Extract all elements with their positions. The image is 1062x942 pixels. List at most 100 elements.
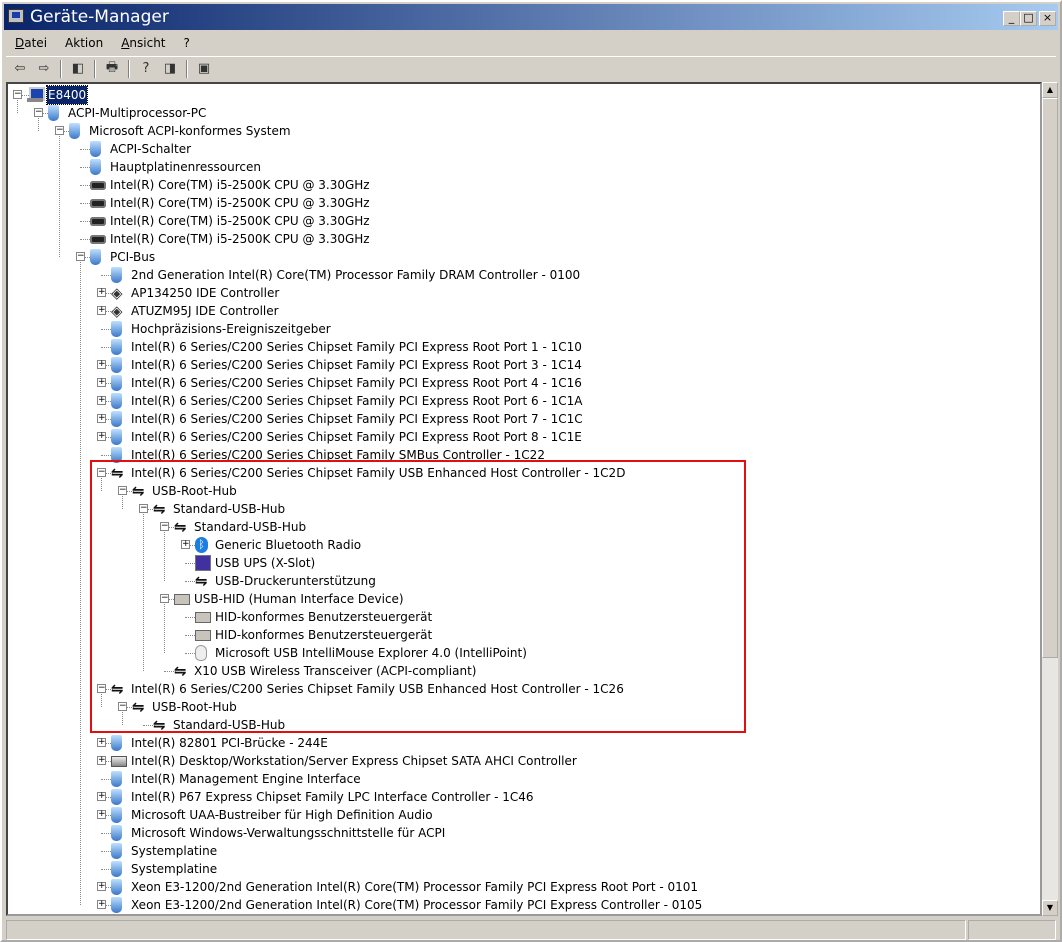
tree-item[interactable]: − USB-Root-Hub: [8, 482, 1038, 500]
tree-item[interactable]: Microsoft Windows-Verwaltungsschnittstel…: [8, 824, 1038, 842]
properties-help-button[interactable]: ?: [136, 60, 156, 78]
tree-item[interactable]: − Intel(R) 6 Series/C200 Series Chipset F…: [8, 680, 1038, 698]
tree-item[interactable]: Intel(R) 6 Series/C200 Series Chipset Fa…: [8, 446, 1038, 464]
tree-item-label: Intel(R) Core(TM) i5-2500K CPU @ 3.30GHz: [110, 196, 370, 210]
expand-toggle[interactable]: +: [97, 756, 106, 765]
tree-item[interactable]: Standard-USB-Hub: [8, 716, 1038, 734]
title-bar[interactable]: Geräte-Manager _ □ ×: [4, 4, 1058, 30]
expand-toggle[interactable]: +: [97, 432, 106, 441]
expand-toggle[interactable]: +: [97, 414, 106, 423]
collapse-toggle[interactable]: −: [34, 108, 43, 117]
expand-toggle[interactable]: +: [97, 306, 106, 315]
tree-item[interactable]: + Intel(R) P67 Express Chipset Family LPC…: [8, 788, 1038, 806]
show-hide-tree-button[interactable]: ◧: [68, 60, 88, 78]
menu-ansicht[interactable]: Ansicht: [112, 34, 174, 54]
collapse-toggle[interactable]: −: [55, 126, 64, 135]
vertical-scrollbar[interactable]: ▲ ▼: [1042, 82, 1058, 916]
minimize-button[interactable]: _: [1003, 11, 1020, 26]
expand-toggle[interactable]: +: [97, 396, 106, 405]
tree-item[interactable]: Microsoft USB IntelliMouse Explorer 4.0 …: [8, 644, 1038, 662]
tree-item[interactable]: HID-konformes Benutzersteuergerät: [8, 608, 1038, 626]
forward-button[interactable]: ⇨: [34, 60, 54, 78]
tree-item[interactable]: − E8400: [8, 85, 1038, 105]
tree-item[interactable]: + Microsoft UAA-Bustreiber für High Defin…: [8, 806, 1038, 824]
close-button[interactable]: ×: [1039, 11, 1056, 26]
tree-item[interactable]: X10 USB Wireless Transceiver (ACPI-compl…: [8, 662, 1038, 680]
tree-item[interactable]: Intel(R) Core(TM) i5-2500K CPU @ 3.30GHz: [8, 212, 1038, 230]
tree-item[interactable]: ACPI-Schalter: [8, 140, 1038, 158]
tree-item[interactable]: + Xeon E3-1200/2nd Generation Intel(R) Co…: [8, 878, 1038, 896]
toolbar-separator: [186, 59, 188, 78]
tree-item[interactable]: Intel(R) Core(TM) i5-2500K CPU @ 3.30GHz: [8, 176, 1038, 194]
forward-icon: ⇨: [38, 61, 50, 76]
collapse-toggle[interactable]: −: [118, 486, 127, 495]
tree-item[interactable]: − Standard-USB-Hub: [8, 500, 1038, 518]
usb-icon: [174, 519, 190, 535]
collapse-toggle[interactable]: −: [160, 522, 169, 531]
scroll-down-button[interactable]: ▼: [1042, 900, 1058, 916]
scroll-up-button[interactable]: ▲: [1042, 82, 1058, 98]
expand-toggle[interactable]: +: [97, 882, 106, 891]
maximize-button[interactable]: □: [1020, 11, 1037, 26]
tree-item[interactable]: − Standard-USB-Hub: [8, 518, 1038, 536]
menu-datei[interactable]: Datei: [6, 34, 56, 54]
tree-item[interactable]: USB-Druckerunterstützung: [8, 572, 1038, 590]
expand-toggle[interactable]: +: [97, 378, 106, 387]
tree-item[interactable]: Systemplatine: [8, 860, 1038, 878]
collapse-toggle[interactable]: −: [97, 468, 106, 477]
collapse-toggle[interactable]: −: [139, 504, 148, 513]
tree-item[interactable]: − USB-HID (Human Interface Device): [8, 590, 1038, 608]
tree-item[interactable]: + Intel(R) 6 Series/C200 Series Chipset F…: [8, 392, 1038, 410]
collapse-toggle[interactable]: −: [160, 594, 169, 603]
tree-item[interactable]: + Generic Bluetooth Radio: [8, 536, 1038, 554]
expand-toggle[interactable]: +: [97, 900, 106, 909]
tree-item[interactable]: USB UPS (X-Slot): [8, 554, 1038, 572]
tree-item[interactable]: + Xeon E3-1200/2nd Generation Intel(R) Co…: [8, 896, 1038, 914]
expand-toggle[interactable]: +: [181, 540, 190, 549]
tree-item[interactable]: Systemplatine: [8, 842, 1038, 860]
tree-item[interactable]: + Intel(R) 6 Series/C200 Series Chipset F…: [8, 356, 1038, 374]
device-tree[interactable]: − E8400− ACPI-Multiprocessor-PC − Microsoft …: [6, 82, 1042, 916]
tree-item[interactable]: Intel(R) Core(TM) i5-2500K CPU @ 3.30GHz: [8, 230, 1038, 248]
expand-toggle[interactable]: +: [97, 738, 106, 747]
expand-toggle[interactable]: +: [97, 792, 106, 801]
tree-item[interactable]: + Intel(R) 6 Series/C200 Series Chipset F…: [8, 410, 1038, 428]
properties-help-icon: ?: [142, 61, 150, 76]
tree-item[interactable]: Hauptplatinenressourcen: [8, 158, 1038, 176]
menu-aktion[interactable]: Aktion: [56, 34, 112, 54]
tree-item[interactable]: Intel(R) Core(TM) i5-2500K CPU @ 3.30GHz: [8, 194, 1038, 212]
tree-item[interactable]: − Microsoft ACPI-konformes System: [8, 122, 1038, 140]
collapse-toggle[interactable]: −: [13, 90, 22, 99]
tree-item[interactable]: + AP134250 IDE Controller: [8, 284, 1038, 302]
menu-help[interactable]: ?: [175, 34, 199, 54]
expand-toggle[interactable]: +: [97, 810, 106, 819]
scan-hardware-button[interactable]: ▣: [194, 60, 214, 78]
tree-item[interactable]: Hochpräzisions-Ereigniszeitgeber: [8, 320, 1038, 338]
device-icon: [111, 393, 122, 409]
tree-item[interactable]: 2nd Generation Intel(R) Core(TM) Process…: [8, 266, 1038, 284]
tree-item[interactable]: + Intel(R) 82801 PCI-Brücke - 244E: [8, 734, 1038, 752]
scroll-thumb[interactable]: [1042, 98, 1058, 658]
print-button[interactable]: 🖶: [102, 60, 122, 78]
collapse-toggle[interactable]: −: [76, 252, 85, 261]
expand-toggle[interactable]: +: [97, 288, 106, 297]
tree-item[interactable]: − PCI-Bus: [8, 248, 1038, 266]
tree-item[interactable]: + ATUZM95J IDE Controller: [8, 302, 1038, 320]
tree-item[interactable]: + Intel(R) Desktop/Workstation/Server Exp…: [8, 752, 1038, 770]
tree-item-label: Intel(R) P67 Express Chipset Family LPC …: [131, 790, 534, 804]
tree-item[interactable]: HID-konformes Benutzersteuergerät: [8, 626, 1038, 644]
back-button[interactable]: ⇦: [10, 60, 30, 78]
tree-item[interactable]: − USB-Root-Hub: [8, 698, 1038, 716]
tree-item[interactable]: + Intel(R) 6 Series/C200 Series Chipset F…: [8, 374, 1038, 392]
collapse-toggle[interactable]: −: [118, 702, 127, 711]
expand-toggle[interactable]: +: [97, 360, 106, 369]
tree-item-label: Hochpräzisions-Ereigniszeitgeber: [131, 322, 331, 336]
tree-item[interactable]: − Intel(R) 6 Series/C200 Series Chipset F…: [8, 464, 1038, 482]
show-hide-action-pane-button[interactable]: ◨: [160, 60, 180, 78]
tree-item[interactable]: − ACPI-Multiprocessor-PC: [8, 104, 1038, 122]
device-icon: [90, 159, 101, 175]
tree-item[interactable]: + Intel(R) 6 Series/C200 Series Chipset F…: [8, 428, 1038, 446]
tree-item[interactable]: Intel(R) Management Engine Interface: [8, 770, 1038, 788]
tree-item[interactable]: Intel(R) 6 Series/C200 Series Chipset Fa…: [8, 338, 1038, 356]
collapse-toggle[interactable]: −: [97, 684, 106, 693]
